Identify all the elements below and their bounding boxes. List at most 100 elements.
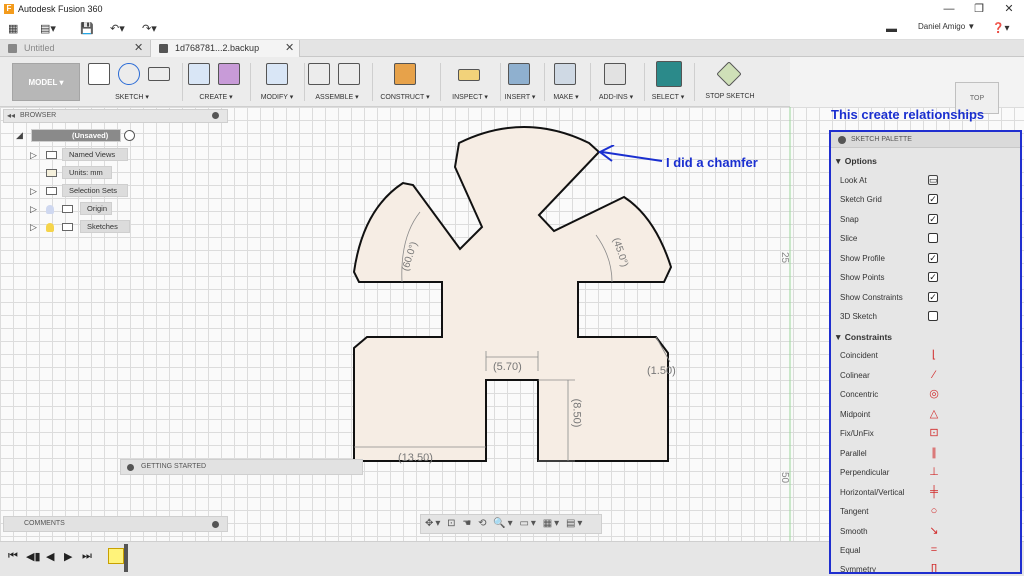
insert-menu[interactable]: INSERT ▾ xyxy=(500,93,540,101)
new-component-icon[interactable] xyxy=(308,63,330,85)
dimension-slot-width[interactable]: (5.70) xyxy=(493,361,522,373)
create-sketch-icon[interactable] xyxy=(88,63,110,85)
scripts-icon[interactable] xyxy=(604,63,626,85)
stop-sketch-icon[interactable] xyxy=(716,61,742,87)
horizontal-vertical-icon[interactable]: ╪ xyxy=(928,486,940,498)
options-section-header[interactable]: ▼ Options xyxy=(834,156,877,166)
expand-icon[interactable]: ▷ xyxy=(30,150,37,161)
play-back-icon[interactable]: ◀ xyxy=(46,550,54,563)
comments-panel[interactable]: COMMENTS xyxy=(3,516,228,532)
step-back-icon[interactable]: ◀▮ xyxy=(26,550,41,563)
browser-panel-header[interactable]: ◂◂ BROWSER xyxy=(3,109,228,123)
minimize-button[interactable]: — xyxy=(934,0,964,18)
visibility-bulb-icon[interactable] xyxy=(46,205,54,214)
assemble-group[interactable]: ASSEMBLE ▾ xyxy=(306,61,368,105)
constraint-horizontal-vertical[interactable]: Horizontal/Vertical xyxy=(840,488,904,497)
insert-group[interactable]: INSERT ▾ xyxy=(500,61,540,105)
dimension-slot-depth[interactable]: (8.50) xyxy=(570,399,582,428)
timeline-sketch-feature-icon[interactable] xyxy=(108,548,124,564)
option-slice[interactable]: Slice xyxy=(840,234,857,243)
expand-root-icon[interactable]: ◢ xyxy=(16,130,23,141)
expand-icon[interactable]: ▷ xyxy=(30,222,37,233)
3d-sketch-checkbox[interactable] xyxy=(928,311,938,321)
browser-item-sketches[interactable]: Sketches xyxy=(80,220,130,233)
joint-icon[interactable] xyxy=(338,63,360,85)
play-icon[interactable]: ▶ xyxy=(64,550,72,563)
symmetry-icon[interactable]: [] xyxy=(928,563,940,572)
constraint-symmetry[interactable]: Symmetry xyxy=(840,565,876,572)
sketch-outline[interactable] xyxy=(223,254,354,372)
sketch-grid-checkbox[interactable]: ✓ xyxy=(928,194,938,204)
sketch-group[interactable]: SKETCH ▾ xyxy=(86,61,178,105)
collapse-icon[interactable]: ◂◂ xyxy=(7,111,15,120)
constraints-section-header[interactable]: ▼ Constraints xyxy=(834,332,892,342)
getting-started-panel[interactable]: GETTING STARTED xyxy=(120,459,363,475)
show-points-checkbox[interactable]: ✓ xyxy=(928,272,938,282)
constraint-smooth[interactable]: Smooth xyxy=(840,527,868,536)
save-icon[interactable]: 💾 xyxy=(80,21,94,37)
lock-icon[interactable]: ⊡ xyxy=(928,427,940,439)
assemble-menu[interactable]: ASSEMBLE ▾ xyxy=(306,93,368,101)
browser-options-icon[interactable] xyxy=(212,112,219,119)
offset-plane-icon[interactable] xyxy=(394,63,416,85)
browser-root-item[interactable]: (Unsaved) xyxy=(31,129,121,142)
3d-print-icon[interactable] xyxy=(554,63,576,85)
dimension-chamfer[interactable]: (1.50) xyxy=(647,365,676,377)
insert-image-icon[interactable] xyxy=(508,63,530,85)
select-group[interactable]: SELECT ▾ xyxy=(646,61,690,105)
stop-sketch-group[interactable]: STOP SKETCH xyxy=(698,61,762,105)
create-menu[interactable]: CREATE ▾ xyxy=(186,93,246,101)
make-group[interactable]: MAKE ▾ xyxy=(546,61,586,105)
browser-item-selection-sets[interactable]: Selection Sets xyxy=(62,184,128,197)
file-menu-icon[interactable]: ▤▾ xyxy=(40,21,56,37)
select-cursor-icon[interactable] xyxy=(656,61,682,87)
midpoint-icon[interactable]: △ xyxy=(928,408,940,420)
go-to-start-icon[interactable]: ⏮ xyxy=(8,550,18,563)
stop-sketch-button[interactable]: STOP SKETCH xyxy=(698,93,762,100)
user-menu[interactable]: Daniel Amigo ▼ xyxy=(918,22,975,31)
close-window-button[interactable]: ✕ xyxy=(994,0,1024,18)
option-show-points[interactable]: Show Points xyxy=(840,273,884,282)
select-menu[interactable]: SELECT ▾ xyxy=(646,93,690,101)
sketch-menu[interactable]: SKETCH ▾ xyxy=(86,93,178,101)
look-at-icon[interactable]: ▭ xyxy=(928,175,938,185)
activate-radio[interactable] xyxy=(124,130,135,141)
modify-group[interactable]: MODIFY ▾ xyxy=(254,61,300,105)
navigation-bar[interactable]: ✥▾ ⊡ ☚ ⟲ 🔍▾ ▭▾ ▦▾ ▤▾ xyxy=(420,514,602,534)
press-pull-icon[interactable] xyxy=(266,63,288,85)
visibility-bulb-icon[interactable] xyxy=(46,223,54,232)
option-look-at[interactable]: Look At xyxy=(840,176,867,185)
constraint-coincident[interactable]: Coincident xyxy=(840,351,878,360)
notifications-icon[interactable]: ▬ xyxy=(886,21,897,37)
dimension-leg-width[interactable]: (13.50) xyxy=(398,452,433,464)
coincident-icon[interactable]: ⌊ xyxy=(928,349,940,361)
add-ins-group[interactable]: ADD-INS ▾ xyxy=(592,61,640,105)
timeline-marker[interactable] xyxy=(124,544,128,572)
constraint-parallel[interactable]: Parallel xyxy=(840,449,867,458)
constraint-equal[interactable]: Equal xyxy=(840,546,860,555)
option-3d-sketch[interactable]: 3D Sketch xyxy=(840,312,877,321)
constraint-fix-unfix[interactable]: Fix/UnFix xyxy=(840,429,874,438)
maximize-button[interactable]: ❐ xyxy=(964,0,994,18)
tab-close-icon[interactable]: ✕ xyxy=(134,40,143,57)
parallel-icon[interactable]: ∥ xyxy=(928,447,940,459)
tangent-icon[interactable]: ○ xyxy=(928,505,940,517)
expand-icon[interactable]: ▷ xyxy=(30,204,37,215)
construct-group[interactable]: CONSTRUCT ▾ xyxy=(374,61,436,105)
line-icon[interactable] xyxy=(118,63,140,85)
add-ins-menu[interactable]: ADD-INS ▾ xyxy=(592,93,640,101)
tab-close-icon[interactable]: ✕ xyxy=(285,40,294,57)
option-show-profile[interactable]: Show Profile xyxy=(840,254,885,263)
constraint-midpoint[interactable]: Midpoint xyxy=(840,410,870,419)
show-constraints-checkbox[interactable]: ✓ xyxy=(928,292,938,302)
inspect-menu[interactable]: INSPECT ▾ xyxy=(442,93,498,101)
tab-untitled[interactable]: Untitled ✕ xyxy=(0,40,148,57)
constraint-perpendicular[interactable]: Perpendicular xyxy=(840,468,889,477)
constraint-colinear[interactable]: Colinear xyxy=(840,371,870,380)
help-icon[interactable]: ❓▾ xyxy=(992,21,1009,37)
create-group[interactable]: CREATE ▾ xyxy=(186,61,246,105)
slice-checkbox[interactable] xyxy=(928,233,938,243)
constraint-concentric[interactable]: Concentric xyxy=(840,390,878,399)
app-grid-icon[interactable]: ▦ xyxy=(8,21,18,37)
option-show-constraints[interactable]: Show Constraints xyxy=(840,293,903,302)
